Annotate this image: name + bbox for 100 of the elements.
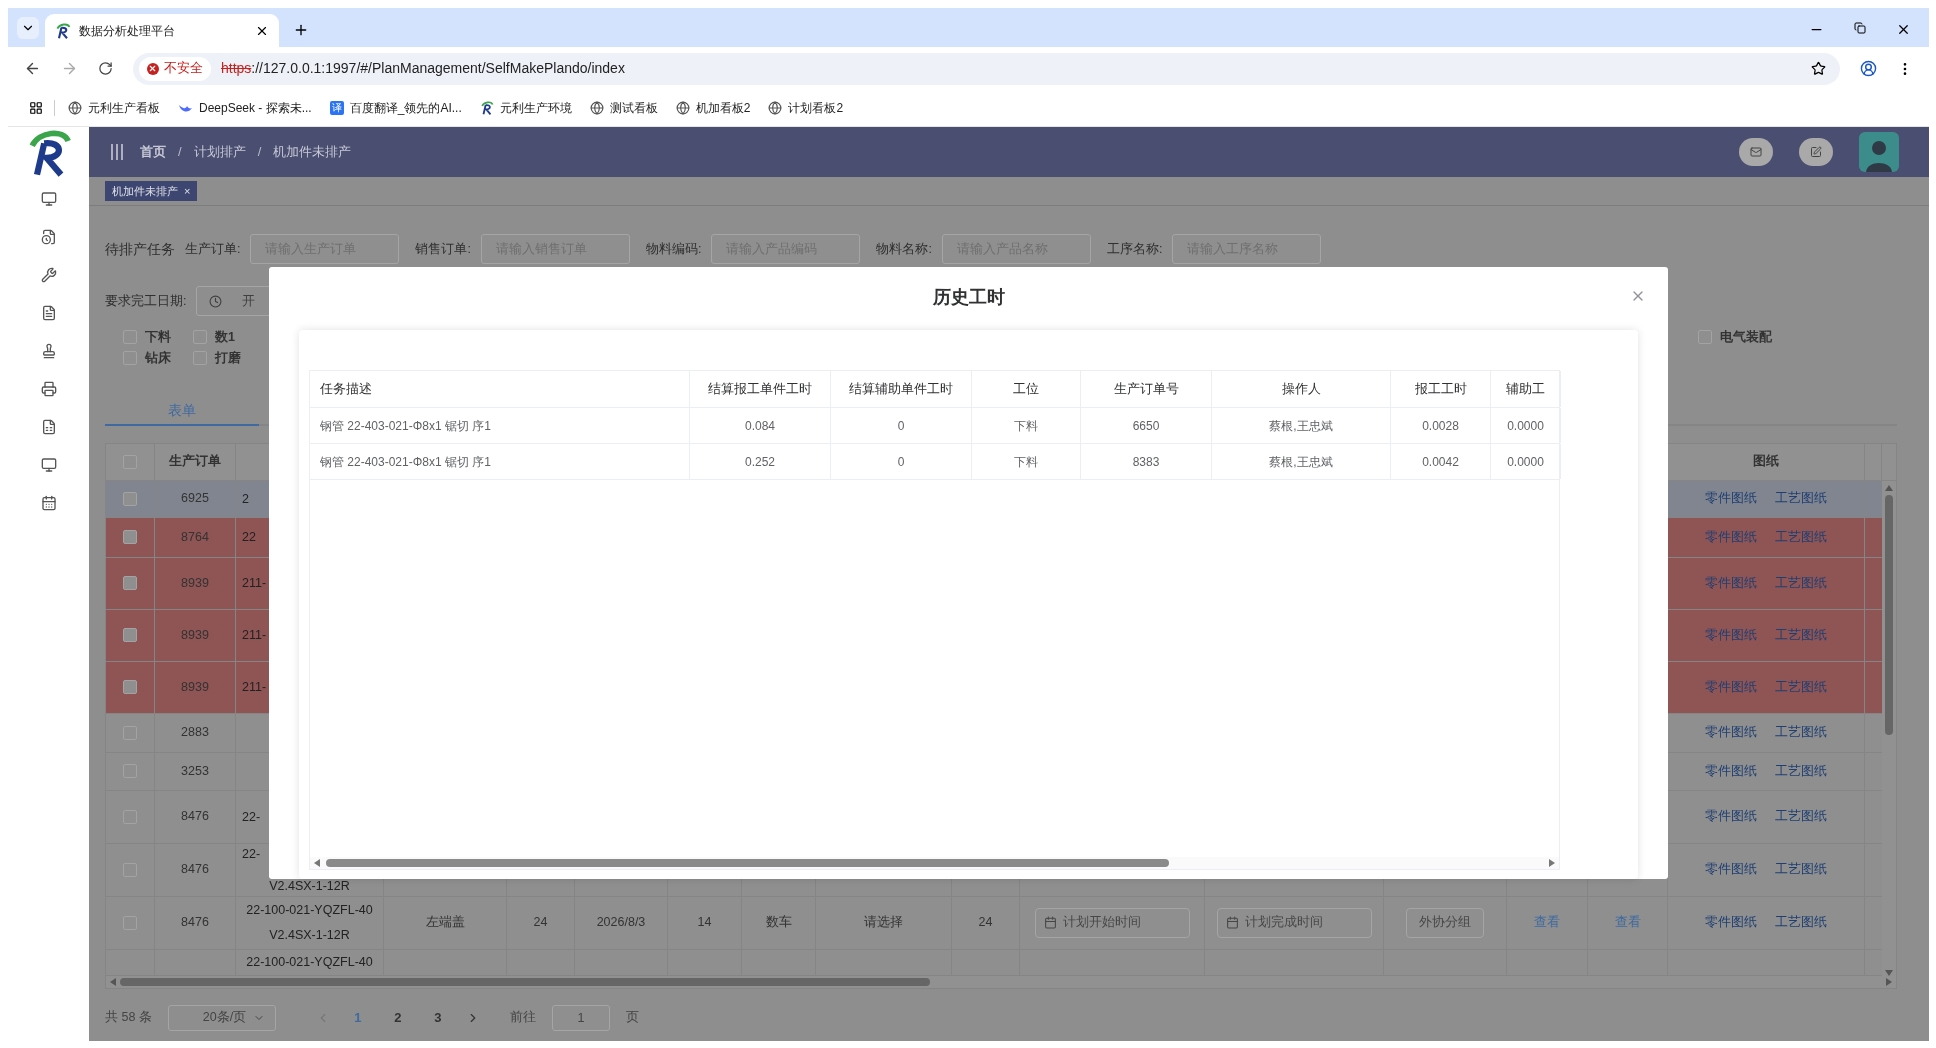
stamp-icon[interactable]: [40, 343, 57, 359]
checkbox[interactable]: [123, 530, 137, 544]
table-cell-text: 0.0028: [1422, 417, 1459, 435]
edit-button[interactable]: [1799, 138, 1833, 166]
product-code: 22-: [242, 808, 261, 825]
view-link[interactable]: 查看: [1614, 913, 1641, 932]
column-header: 生产订单: [169, 453, 221, 471]
drawing-link[interactable]: 工艺图纸: [1775, 527, 1827, 547]
bookmark[interactable]: 计划看板2: [766, 99, 846, 117]
bookmark-star-icon[interactable]: [1811, 61, 1826, 76]
reload-icon[interactable]: [97, 61, 113, 76]
scroll-right-icon[interactable]: [1886, 977, 1892, 986]
bookmark[interactable]: 测试看板: [587, 99, 660, 117]
drawing-link[interactable]: 工艺图纸: [1775, 677, 1827, 697]
page-number[interactable]: 1: [345, 1007, 370, 1028]
tag-close[interactable]: ×: [184, 182, 191, 200]
drawing-link[interactable]: 工艺图纸: [1775, 913, 1827, 932]
drawing-link[interactable]: 工艺图纸: [1775, 807, 1827, 826]
calendar-icon[interactable]: [40, 495, 57, 511]
breadcrumb-link[interactable]: 机加件未排产: [273, 142, 352, 162]
breadcrumb-link[interactable]: 首页: [140, 142, 166, 162]
drawing-link[interactable]: 零件图纸: [1705, 723, 1757, 742]
drawing-link[interactable]: 工艺图纸: [1775, 860, 1827, 879]
close-icon[interactable]: [1896, 22, 1911, 37]
bookmark[interactable]: 元利生产环境: [477, 99, 574, 117]
page-tag[interactable]: 机加件未排产 ×: [105, 181, 198, 201]
profile-icon[interactable]: [1860, 60, 1877, 77]
document-icon[interactable]: [40, 305, 57, 321]
page-size-select[interactable]: 20条/页: [167, 1004, 276, 1031]
start-date-field[interactable]: 计划开始时间: [1034, 907, 1190, 938]
breadcrumb-separator: /: [178, 143, 182, 162]
order-number: 8939: [181, 678, 209, 696]
field-label: 要求完工日期:: [105, 292, 187, 310]
checkbox[interactable]: [123, 576, 137, 590]
view-link[interactable]: 查看: [1534, 913, 1560, 932]
drawing-link[interactable]: 零件图纸: [1705, 761, 1757, 781]
browser-tab[interactable]: 数据分析处理平台: [45, 14, 279, 47]
new-tab-icon[interactable]: [293, 22, 309, 38]
drawing-link[interactable]: 零件图纸: [1705, 677, 1757, 697]
scroll-right-icon[interactable]: [1549, 859, 1555, 867]
address-bar[interactable]: 不安全 https://127.0.0.1:1997/#/PlanManagement/SelfMakePlando/index: [132, 52, 1840, 85]
drawing-link[interactable]: 工艺图纸: [1775, 625, 1827, 645]
mail-icon: [1750, 146, 1762, 158]
checkbox[interactable]: [123, 680, 137, 694]
page-number[interactable]: 3: [425, 1007, 450, 1028]
drawing-link[interactable]: 零件图纸: [1705, 807, 1757, 826]
product-code: 2: [242, 490, 249, 507]
monitor-icon[interactable]: [40, 457, 57, 473]
end-date-field[interactable]: 计划完成时间: [1216, 907, 1372, 938]
drawing-link[interactable]: 工艺图纸: [1775, 573, 1827, 593]
forward-icon[interactable]: [61, 60, 78, 77]
bookmark[interactable]: DeepSeek - 探索未...: [176, 99, 314, 117]
horizontal-scrollbar[interactable]: [310, 857, 1559, 869]
table-cell-text: 0.252: [745, 453, 775, 471]
drawing-link[interactable]: 零件图纸: [1705, 913, 1757, 932]
product-code: V2.4SX-1-12R: [269, 926, 350, 944]
goto-label: 前往: [509, 1009, 536, 1027]
scroll-down-icon[interactable]: [1885, 969, 1893, 976]
avatar[interactable]: [1859, 132, 1899, 172]
restore-icon[interactable]: [1854, 22, 1866, 34]
field-label: 物料编码:: [645, 240, 702, 258]
drawing-link[interactable]: 零件图纸: [1705, 860, 1757, 879]
page-number[interactable]: 2: [385, 1007, 410, 1028]
calendar-icon: [1225, 916, 1239, 929]
table-cell-text: 下料: [1014, 453, 1038, 471]
apps-icon[interactable]: [29, 101, 43, 115]
back-icon[interactable]: [24, 60, 41, 77]
file-clock-icon[interactable]: [40, 229, 57, 245]
breadcrumb-link[interactable]: 计划排产: [193, 142, 246, 162]
printer-icon[interactable]: [40, 381, 57, 397]
monitor-icon[interactable]: [40, 191, 57, 207]
drawing-link[interactable]: 零件图纸: [1705, 489, 1757, 508]
globe-icon: [675, 101, 690, 115]
bookmark[interactable]: 元利生产看板: [66, 99, 162, 117]
scroll-left-icon[interactable]: [110, 977, 116, 986]
drawing-link[interactable]: 零件图纸: [1705, 573, 1757, 593]
logo-icon: [55, 22, 71, 39]
outsource-button[interactable]: 外协分组: [1406, 907, 1484, 938]
spreadsheet-icon[interactable]: [40, 419, 57, 435]
order-number: 2883: [181, 724, 209, 742]
drawing-link[interactable]: 工艺图纸: [1775, 489, 1827, 508]
wrench-icon[interactable]: [40, 267, 57, 283]
form-tab[interactable]: 表单: [105, 397, 259, 426]
scroll-up-icon[interactable]: [1885, 484, 1893, 491]
bookmark[interactable]: 译 百度翻译_领先的AI...: [327, 99, 464, 117]
scroll-left-icon[interactable]: [314, 859, 320, 867]
security-warning[interactable]: 不安全: [138, 56, 211, 81]
page-field[interactable]: 1: [551, 1004, 610, 1031]
drawing-link[interactable]: 工艺图纸: [1775, 761, 1827, 781]
process-select[interactable]: 请选择: [864, 913, 903, 932]
process-label: 钻床: [145, 349, 171, 367]
mail-button[interactable]: [1739, 138, 1773, 166]
checkbox[interactable]: [123, 628, 137, 642]
drawing-link[interactable]: 工艺图纸: [1775, 723, 1827, 742]
checkbox[interactable]: [123, 491, 137, 506]
drawing-link[interactable]: 零件图纸: [1705, 625, 1757, 645]
drawing-link[interactable]: 零件图纸: [1705, 527, 1757, 547]
bookmark[interactable]: 机加看板2: [673, 99, 753, 117]
table-cell-text: 0.084: [745, 417, 775, 435]
tab-list-button[interactable]: [17, 17, 39, 39]
